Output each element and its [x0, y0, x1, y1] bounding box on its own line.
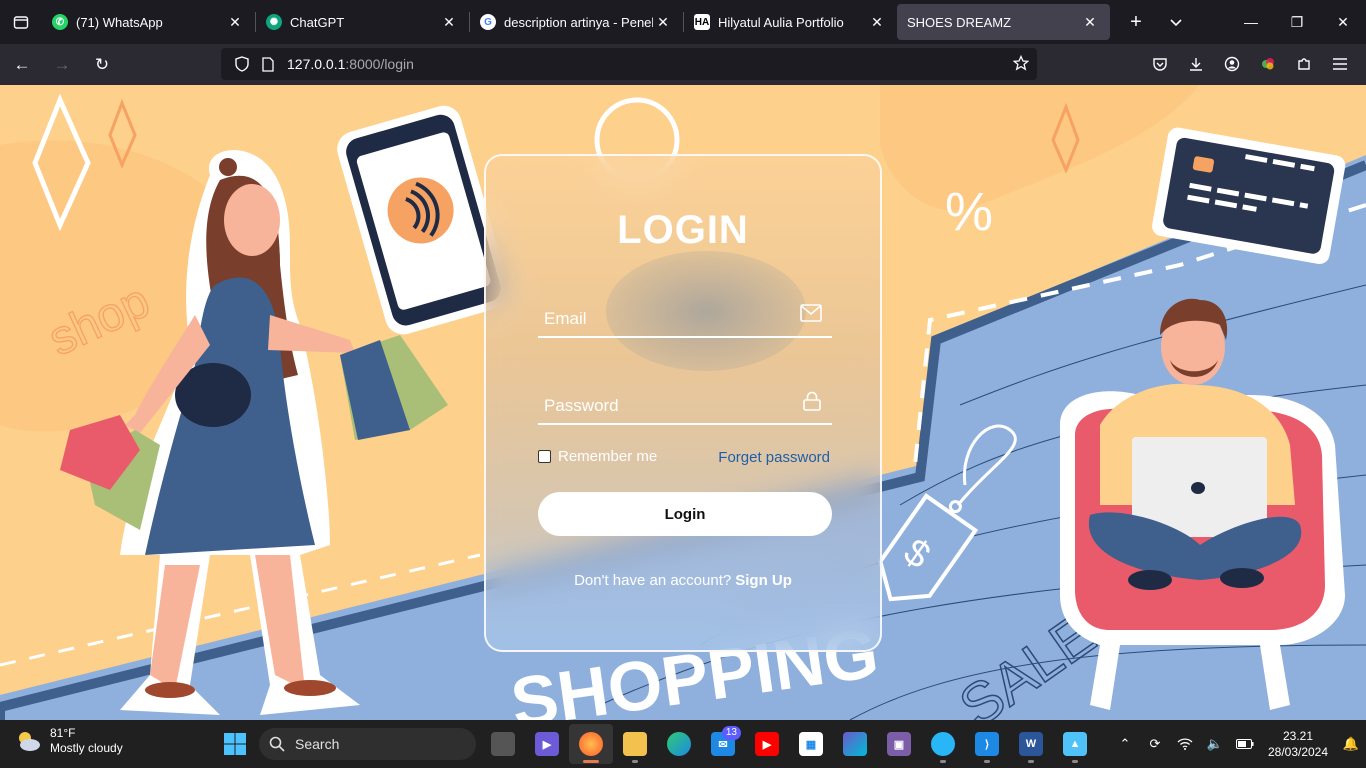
chatgpt-icon: ✺: [266, 14, 282, 30]
search-icon: [269, 736, 285, 752]
copilot-icon[interactable]: [833, 724, 877, 764]
wifi-icon[interactable]: [1170, 738, 1200, 750]
chevron-down-icon[interactable]: [1156, 4, 1196, 40]
browser-tabbar: ✆ (71) WhatsApp ✕ ✺ ChatGPT ✕ G descript…: [0, 0, 1366, 44]
word-icon[interactable]: W: [1009, 724, 1053, 764]
address-bar[interactable]: 127.0.0.1:8000/login: [221, 48, 1037, 80]
extensions-puzzle-icon[interactable]: [1286, 48, 1322, 80]
notification-bell-icon[interactable]: 🔔: [1336, 736, 1366, 752]
reload-icon[interactable]: ↻: [84, 49, 120, 81]
taskbar-search[interactable]: Search: [259, 728, 476, 760]
no-account-text: Don't have an account?: [574, 572, 732, 589]
tab-label: SHOES DREAMZ: [907, 14, 1012, 30]
email-field[interactable]: [538, 294, 832, 338]
time: 23.21: [1282, 729, 1314, 743]
search-label: Search: [295, 736, 340, 752]
login-card: LOGIN Remember me Forget password Login …: [484, 154, 882, 652]
restore-icon[interactable]: ❐: [1274, 0, 1320, 44]
login-title: LOGIN: [617, 208, 749, 252]
lock-icon: [802, 391, 822, 416]
windows-start-icon[interactable]: [219, 728, 251, 760]
sync-icon[interactable]: ⟳: [1140, 736, 1170, 752]
tab-whatsapp[interactable]: ✆ (71) WhatsApp ✕: [42, 4, 255, 40]
file-explorer-icon[interactable]: [613, 724, 657, 764]
percent-text: %: [945, 182, 993, 242]
system-tray: ⌃ ⟳ 🔈 23.21 28/03/2024 🔔: [1110, 720, 1366, 768]
password-input[interactable]: [538, 381, 832, 423]
close-tab-icon[interactable]: ✕: [225, 14, 245, 31]
shield-icon[interactable]: [229, 56, 255, 72]
remember-checkbox[interactable]: [538, 450, 551, 463]
login-page: shop % $ SHOPPING SALE LOGIN Email Remem…: [0, 85, 1366, 720]
edge-icon[interactable]: [657, 724, 701, 764]
url-host: 127.0.0.1: [287, 56, 346, 72]
extension-color-icon[interactable]: [1250, 48, 1286, 80]
tab-label: Hilyatul Aulia Portfolio: [718, 14, 844, 30]
clock[interactable]: 23.21 28/03/2024: [1260, 728, 1336, 760]
signup-prompt: Don't have an account? Sign Up: [486, 572, 880, 589]
edge-dev-icon[interactable]: [921, 724, 965, 764]
date: 28/03/2024: [1267, 745, 1329, 759]
close-tab-icon[interactable]: ✕: [439, 14, 459, 31]
menu-hamburger-icon[interactable]: [1322, 48, 1358, 80]
signup-link[interactable]: Sign Up: [735, 572, 792, 589]
remember-label: Remember me: [558, 448, 658, 465]
close-tab-icon[interactable]: ✕: [653, 14, 673, 31]
chevron-up-icon[interactable]: ⌃: [1110, 736, 1140, 752]
whatsapp-icon: ✆: [52, 14, 68, 30]
tab-list-icon[interactable]: [0, 0, 42, 44]
page-icon[interactable]: [255, 56, 281, 72]
task-view-icon[interactable]: [481, 724, 525, 764]
browser-navbar: ← → ↻ 127.0.0.1:8000/login: [0, 44, 1366, 85]
tab-shoes-dreamz[interactable]: SHOES DREAMZ ✕: [897, 4, 1110, 40]
weather-temp: 81°F: [50, 726, 76, 740]
login-button[interactable]: Login: [538, 492, 832, 536]
email-input[interactable]: [538, 294, 832, 336]
google-icon: G: [480, 14, 496, 30]
back-icon[interactable]: ←: [4, 49, 40, 81]
mail-icon[interactable]: ✉ 13: [701, 724, 745, 764]
remember-me[interactable]: Remember me: [538, 448, 657, 465]
clipchamp-icon[interactable]: ▣: [877, 724, 921, 764]
url-path: :8000/login: [345, 56, 414, 72]
pocket-icon[interactable]: [1142, 48, 1178, 80]
meet-icon[interactable]: ▶: [525, 724, 569, 764]
store-icon[interactable]: ▦: [789, 724, 833, 764]
volume-icon[interactable]: 🔈: [1200, 736, 1230, 752]
weather-widget[interactable]: 81°F Mostly cloudy: [14, 726, 123, 756]
windows-taskbar: 81°F Mostly cloudy Search ▶ ✉ 13 ▶ ▦ ▣ ⟩ …: [0, 720, 1366, 768]
close-tab-icon[interactable]: ✕: [867, 14, 887, 31]
tab-label: (71) WhatsApp: [76, 14, 163, 30]
tab-portfolio[interactable]: HA Hilyatul Aulia Portfolio ✕: [684, 4, 897, 40]
youtube-icon[interactable]: ▶: [745, 724, 789, 764]
cloudy-weather-icon: [19, 732, 40, 751]
mail-badge: 13: [721, 726, 741, 740]
new-tab-icon[interactable]: +: [1116, 4, 1156, 40]
download-icon[interactable]: [1178, 48, 1214, 80]
tab-label: description artinya - Penelusuran Google: [504, 14, 653, 30]
firefox-icon[interactable]: [569, 724, 613, 764]
password-field[interactable]: [538, 381, 832, 425]
bookmark-star-icon[interactable]: [1012, 54, 1030, 74]
portfolio-icon: HA: [694, 14, 710, 30]
vscode-icon[interactable]: ⟩: [965, 724, 1009, 764]
weather-desc: Mostly cloudy: [50, 741, 123, 755]
mail-icon: [800, 304, 822, 327]
tab-chatgpt[interactable]: ✺ ChatGPT ✕: [256, 4, 469, 40]
tab-label: ChatGPT: [290, 14, 345, 30]
tab-google[interactable]: G description artinya - Penelusuran Goog…: [470, 4, 683, 40]
battery-icon[interactable]: [1230, 739, 1260, 749]
forward-icon[interactable]: →: [44, 49, 80, 81]
account-icon[interactable]: [1214, 48, 1250, 80]
close-tab-icon[interactable]: ✕: [1080, 14, 1100, 31]
minimize-icon[interactable]: —: [1228, 0, 1274, 44]
photos-icon[interactable]: ▲: [1053, 724, 1097, 764]
close-window-icon[interactable]: ✕: [1320, 0, 1366, 44]
forgot-password-link[interactable]: Forget password: [718, 449, 830, 466]
